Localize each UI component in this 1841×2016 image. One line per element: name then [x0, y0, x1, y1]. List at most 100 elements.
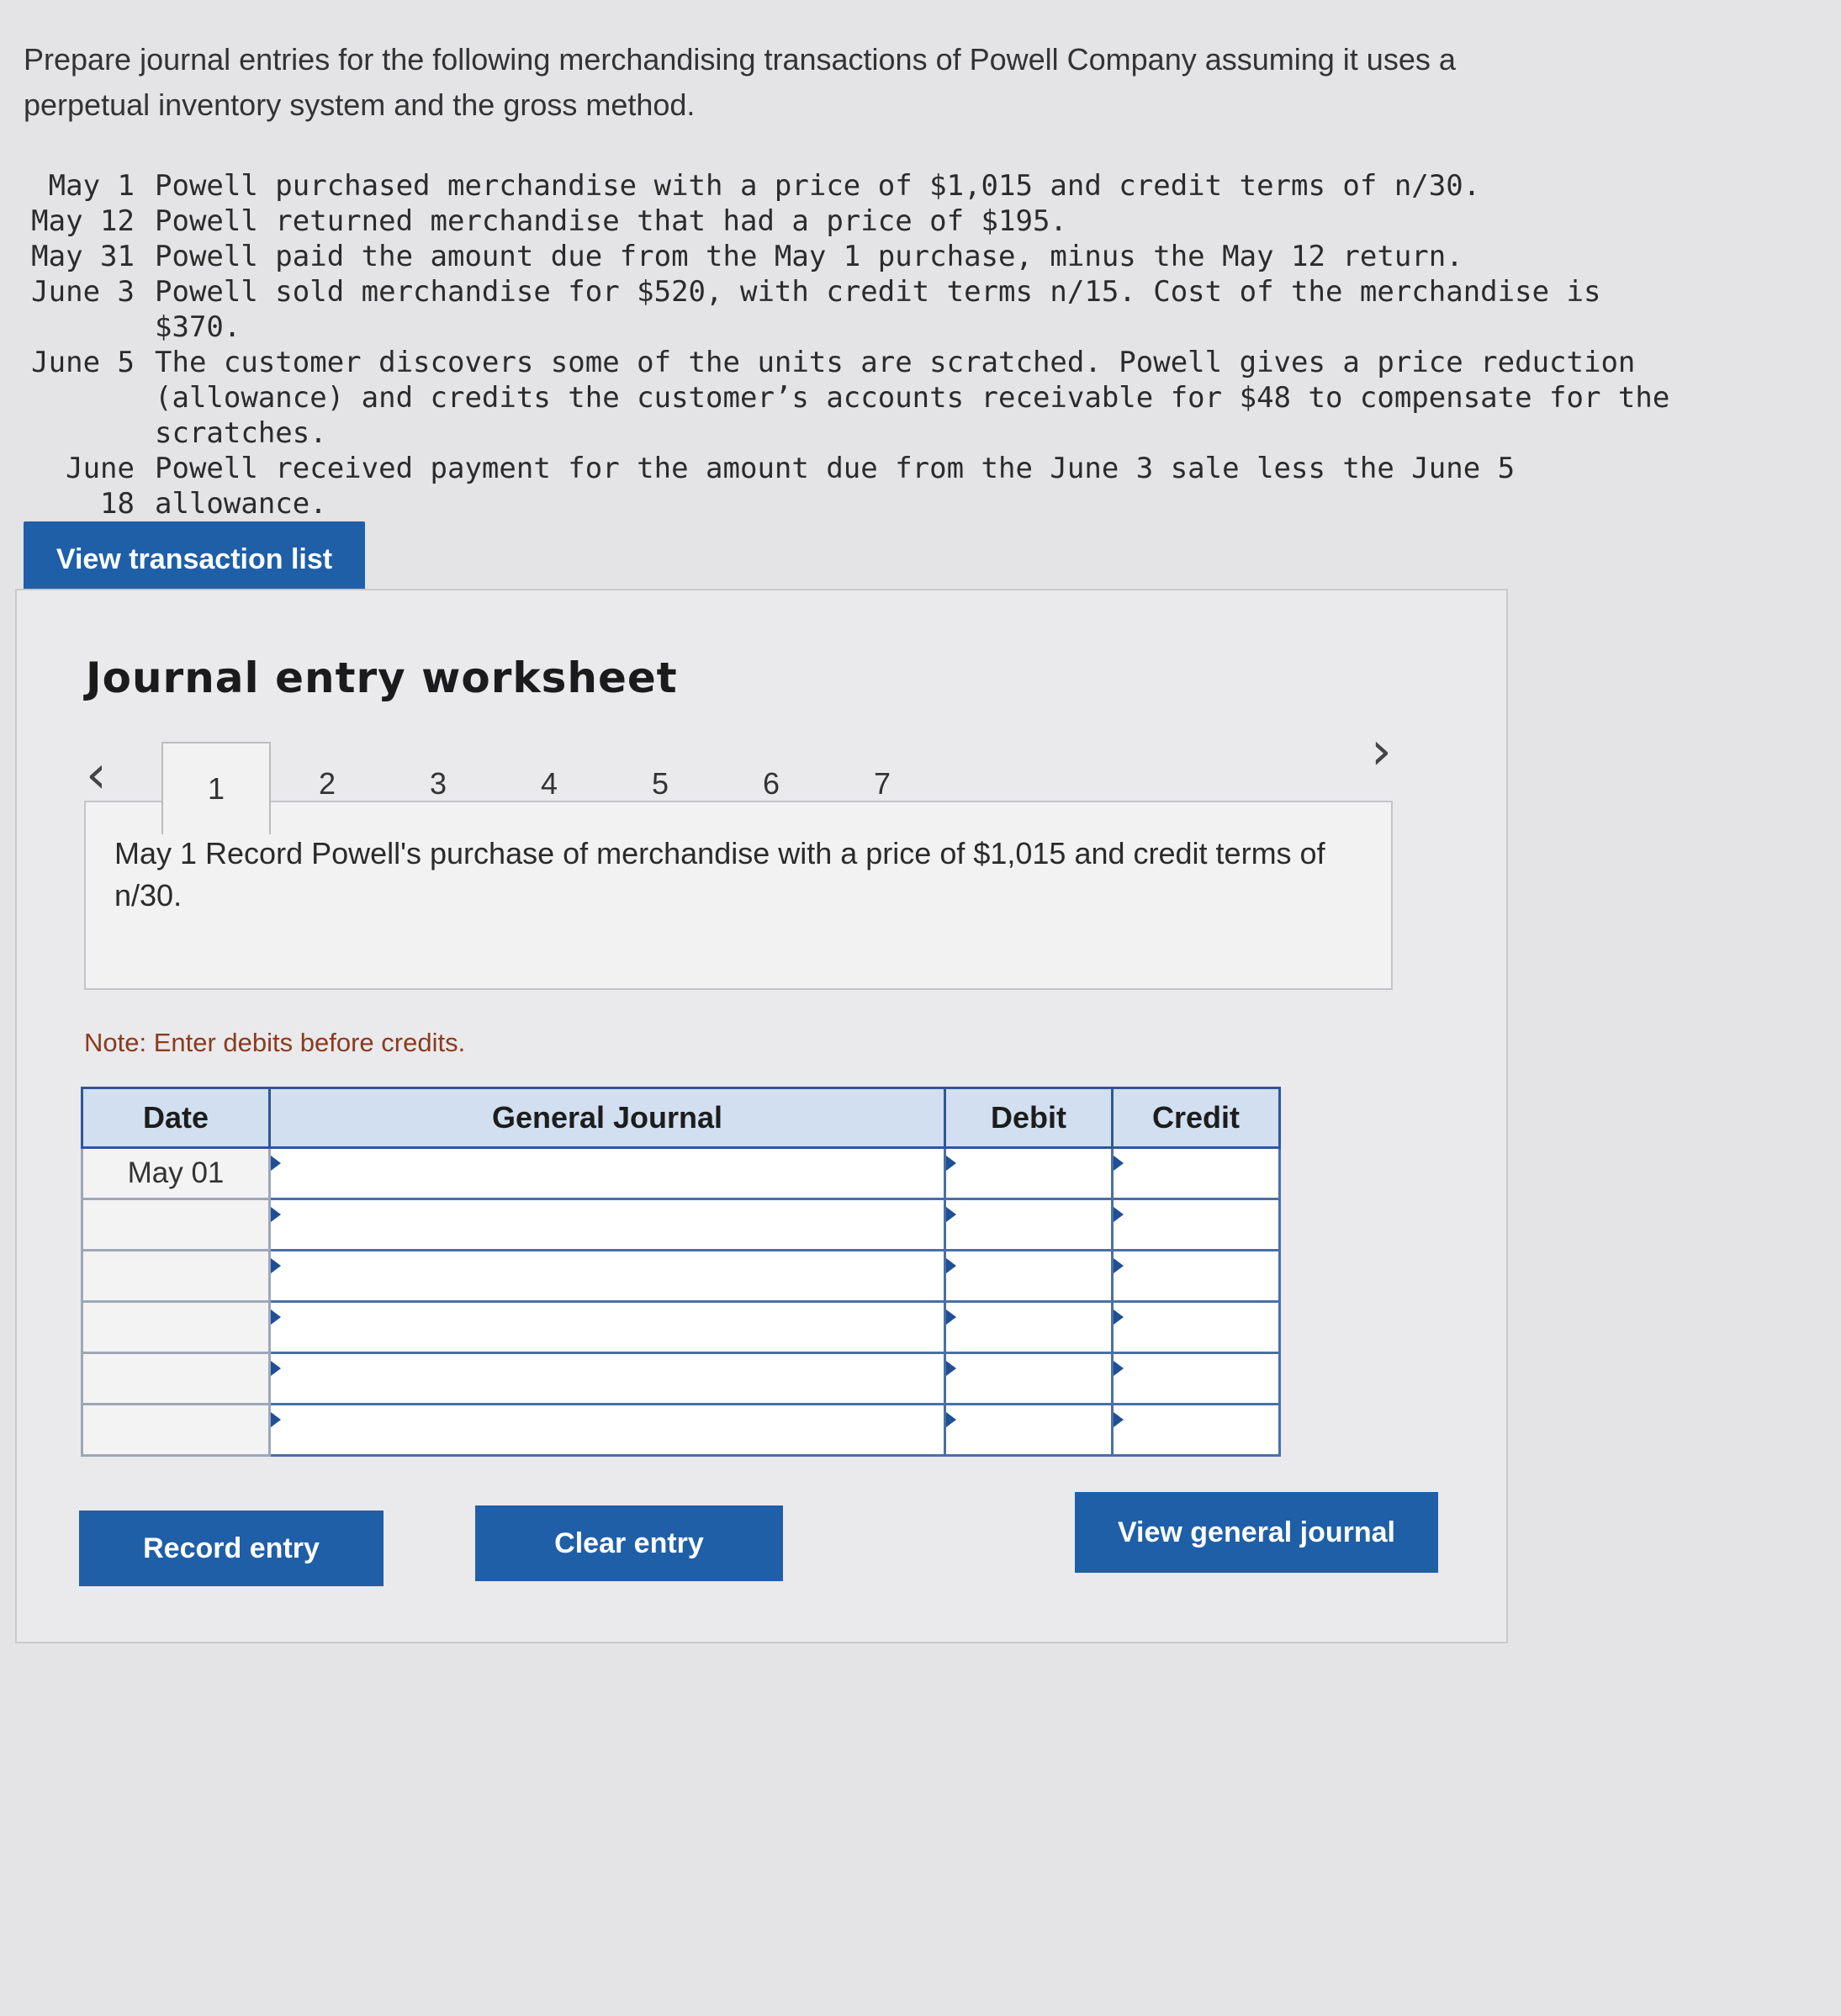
debit-cell[interactable]: [944, 1146, 1114, 1200]
header-date: Date: [81, 1087, 271, 1149]
transaction-text: Powell returned merchandise that had a p…: [155, 204, 1067, 238]
dropdown-arrow-icon: [271, 1156, 281, 1171]
account-cell[interactable]: [268, 1198, 946, 1251]
credit-cell[interactable]: [1111, 1249, 1281, 1303]
account-input[interactable]: [271, 1405, 944, 1454]
view-transaction-list-button[interactable]: View transaction list: [24, 521, 365, 597]
table-row: [81, 1198, 1281, 1251]
chevron-right-icon[interactable]: ›: [1371, 725, 1392, 777]
debit-input[interactable]: [946, 1354, 1111, 1403]
credit-cell[interactable]: [1111, 1300, 1281, 1354]
credit-input[interactable]: [1114, 1200, 1278, 1249]
debit-input[interactable]: [946, 1251, 1111, 1300]
transaction-prompt: May 1 Record Powell's purchase of mercha…: [84, 801, 1393, 990]
debit-input[interactable]: [946, 1303, 1111, 1352]
dropdown-arrow-icon: [271, 1412, 281, 1427]
transaction-text: Powell sold merchandise for $520, with c…: [155, 275, 1618, 344]
date-cell: [81, 1300, 271, 1354]
debit-input[interactable]: [946, 1149, 1111, 1198]
chevron-left-icon[interactable]: ‹: [86, 749, 107, 801]
debit-input[interactable]: [946, 1200, 1111, 1249]
date-cell: [81, 1403, 271, 1457]
entry-arrow-icon: [946, 1310, 956, 1325]
credit-input[interactable]: [1114, 1149, 1278, 1198]
entry-arrow-icon: [1114, 1412, 1124, 1427]
date-cell: [81, 1352, 271, 1405]
credit-cell[interactable]: [1111, 1403, 1281, 1457]
account-cell[interactable]: [268, 1249, 946, 1303]
entry-arrow-icon: [1114, 1258, 1124, 1273]
table-row: [81, 1249, 1281, 1303]
journal-entry-worksheet: Journal entry worksheet ‹ › 1 2 3 4 5 6 …: [15, 589, 1508, 1643]
transaction-text: The customer discovers some of the units…: [155, 346, 1687, 450]
credit-cell[interactable]: [1111, 1198, 1281, 1251]
credit-input[interactable]: [1114, 1251, 1278, 1300]
transaction-row: June 3 Powell sold merchandise for $520,…: [19, 274, 1701, 345]
date-cell: May 01: [81, 1146, 271, 1200]
clear-entry-button[interactable]: Clear entry: [475, 1505, 783, 1581]
transaction-list: May 1 Powell purchased merchandise with …: [19, 168, 1701, 521]
table-header-row: Date General Journal Debit Credit: [81, 1087, 1281, 1149]
transaction-row: May 1 Powell purchased merchandise with …: [19, 168, 1701, 204]
general-journal-table: Date General Journal Debit Credit May 01: [81, 1087, 1281, 1457]
entry-note: Note: Enter debits before credits.: [84, 1028, 466, 1057]
account-cell[interactable]: [268, 1300, 946, 1354]
dropdown-arrow-icon: [271, 1207, 281, 1222]
entry-arrow-icon: [946, 1258, 956, 1273]
transaction-date: June 18: [66, 452, 152, 521]
credit-cell[interactable]: [1111, 1352, 1281, 1405]
debit-input[interactable]: [946, 1405, 1111, 1454]
transaction-row: May 12 Powell returned merchandise that …: [19, 204, 1701, 239]
account-input[interactable]: [271, 1251, 944, 1300]
header-debit: Debit: [944, 1087, 1114, 1149]
transaction-date: May 31: [31, 240, 135, 273]
credit-input[interactable]: [1114, 1405, 1278, 1454]
view-general-journal-button[interactable]: View general journal: [1075, 1492, 1438, 1573]
account-input[interactable]: [271, 1303, 944, 1352]
debit-cell[interactable]: [944, 1403, 1114, 1457]
transaction-date: June 3: [31, 275, 135, 309]
account-cell[interactable]: [268, 1146, 946, 1200]
instructions-line-2: perpetual inventory system and the gross…: [24, 87, 696, 122]
credit-input[interactable]: [1114, 1354, 1278, 1403]
entry-arrow-icon: [946, 1156, 956, 1171]
transaction-text: Powell paid the amount due from the May …: [155, 240, 1463, 273]
account-cell[interactable]: [268, 1352, 946, 1405]
transaction-date: May 1: [48, 169, 135, 203]
transaction-row: May 31 Powell paid the amount due from t…: [19, 239, 1701, 274]
entry-arrow-icon: [946, 1207, 956, 1222]
account-input[interactable]: [271, 1200, 944, 1249]
entry-arrow-icon: [946, 1361, 956, 1376]
entry-arrow-icon: [1114, 1156, 1124, 1171]
credit-cell[interactable]: [1111, 1146, 1281, 1200]
record-entry-button[interactable]: Record entry: [79, 1511, 384, 1586]
worksheet-title: Journal entry worksheet: [86, 653, 678, 702]
dropdown-arrow-icon: [271, 1361, 281, 1376]
account-input[interactable]: [271, 1149, 944, 1198]
transaction-row: June 18 Powell received payment for the …: [19, 451, 1701, 521]
instructions-line-1: Prepare journal entries for the followin…: [24, 42, 1456, 77]
header-credit: Credit: [1111, 1087, 1281, 1149]
entry-arrow-icon: [1114, 1207, 1124, 1222]
account-input[interactable]: [271, 1354, 944, 1403]
debit-cell[interactable]: [944, 1198, 1114, 1251]
transaction-text: Powell received payment for the amount d…: [155, 452, 1532, 521]
transaction-date: May 12: [31, 204, 135, 238]
dropdown-arrow-icon: [271, 1258, 281, 1273]
table-row: May 01: [81, 1146, 1281, 1200]
header-general-journal: General Journal: [268, 1087, 946, 1149]
debit-cell[interactable]: [944, 1352, 1114, 1405]
credit-input[interactable]: [1114, 1303, 1278, 1352]
debit-cell[interactable]: [944, 1249, 1114, 1303]
account-cell[interactable]: [268, 1403, 946, 1457]
transaction-row: June 5 The customer discovers some of th…: [19, 345, 1701, 451]
table-row: [81, 1352, 1281, 1405]
transaction-date: June 5: [31, 346, 135, 379]
transaction-text: Powell purchased merchandise with a pric…: [155, 169, 1481, 203]
table-row: [81, 1403, 1281, 1457]
entry-arrow-icon: [1114, 1310, 1124, 1325]
debit-cell[interactable]: [944, 1300, 1114, 1354]
entry-arrow-icon: [1114, 1361, 1124, 1376]
dropdown-arrow-icon: [271, 1310, 281, 1325]
tab-1[interactable]: 1: [161, 742, 271, 834]
